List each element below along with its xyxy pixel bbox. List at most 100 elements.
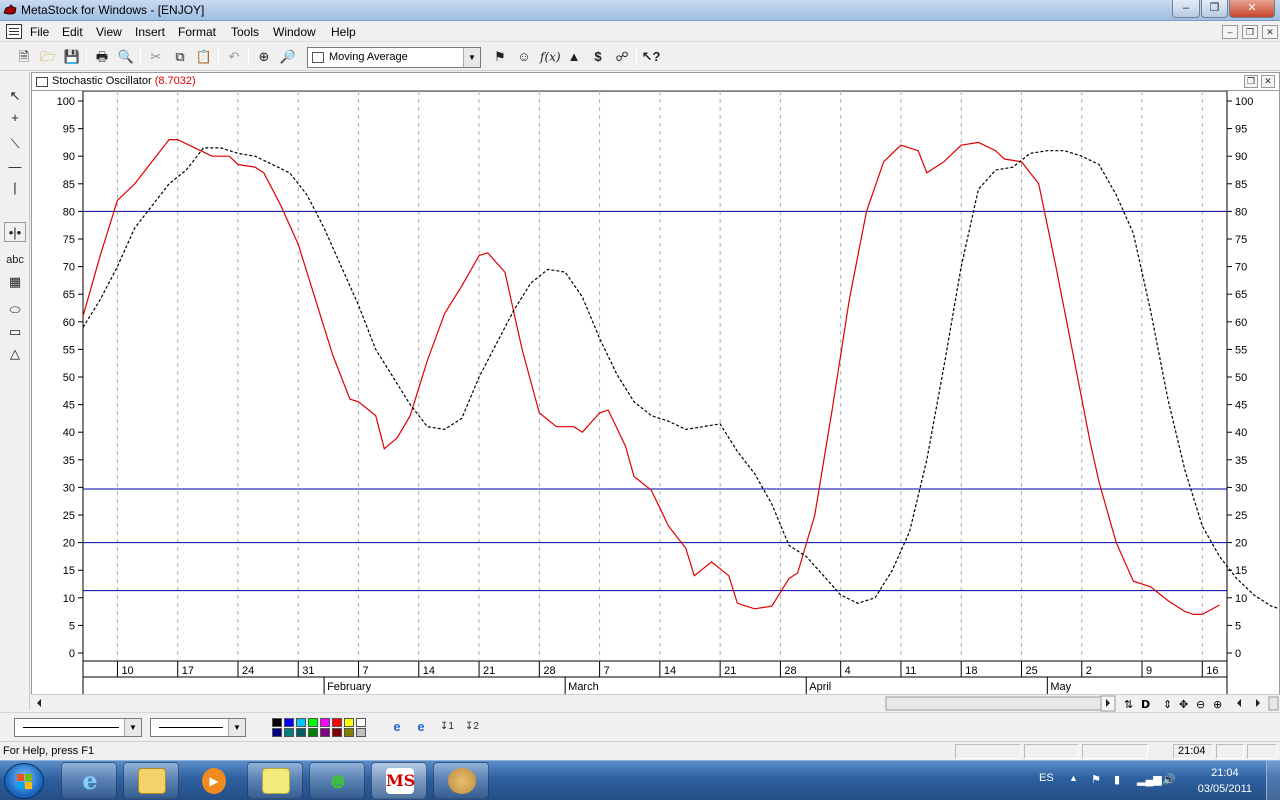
power-icon[interactable]: ▮ (1114, 773, 1120, 786)
color-swatch[interactable] (356, 728, 366, 737)
color-swatch[interactable] (308, 728, 318, 737)
chart-restore-button[interactable]: ❐ (1244, 75, 1258, 88)
chevron-down-icon[interactable]: ▼ (463, 48, 480, 67)
color-swatch[interactable] (308, 718, 318, 727)
system-tester-icon[interactable]: ▲ (564, 47, 584, 67)
restore-button[interactable]: ❐ (1201, 0, 1228, 18)
text-tool-icon[interactable]: abc (4, 250, 26, 270)
messenger-taskbar-button[interactable]: ☻ (309, 762, 365, 799)
rectangle-icon[interactable]: ▭ (4, 322, 26, 342)
cycle-lines-icon[interactable]: •|• (4, 222, 26, 242)
menu-view[interactable]: View (96, 25, 122, 39)
paste-icon[interactable]: 📋 (194, 47, 214, 67)
vertical-line-icon[interactable]: | (4, 178, 26, 198)
menu-format[interactable]: Format (178, 25, 216, 39)
language-indicator[interactable]: ES (1039, 772, 1054, 784)
context-help-icon[interactable]: ↖? (641, 47, 661, 67)
stochastic-chart[interactable]: 10 17 24 31 7 14 21 28 7 14 21 28 4 11 18 25 2 9 16 Februar… (32, 73, 1279, 695)
color-swatch[interactable] (284, 728, 294, 737)
explorer-taskbar-button[interactable] (123, 762, 179, 799)
vertical-expand-icon[interactable]: ⇕ (1163, 698, 1172, 711)
print-preview-icon[interactable]: 🔍 (116, 47, 136, 67)
chevron-down-icon[interactable]: ▼ (124, 719, 141, 736)
formula-icon[interactable]: f(x) (540, 47, 561, 67)
line-style-select[interactable]: ▼ (14, 718, 142, 737)
save-icon[interactable]: 💾 (62, 47, 82, 67)
daily-period-icon[interactable]: D (1141, 698, 1150, 711)
color-swatch[interactable] (344, 728, 354, 737)
color-swatch[interactable] (320, 728, 330, 737)
print-icon[interactable]: 🖶 (92, 47, 112, 67)
undo-icon[interactable]: ↶ (224, 47, 244, 67)
color-swatch[interactable] (284, 718, 294, 727)
scroll-end-button[interactable] (1268, 696, 1279, 711)
open-folder-icon[interactable]: 🗁 (38, 47, 58, 67)
horizontal-scrollbar[interactable]: ⇅ D ⇕ ✥ ⊖ ⊕ (31, 694, 1280, 712)
internet-explorer-taskbar-button[interactable]: e (61, 762, 117, 799)
move-icon[interactable]: ✥ (1179, 698, 1188, 711)
mdi-close-button[interactable]: ✕ (1262, 25, 1278, 39)
copy-icon[interactable]: ⧉ (170, 47, 190, 67)
load-indicator-1-icon[interactable]: ↧1 (437, 717, 457, 737)
menu-tools[interactable]: Tools (231, 25, 259, 39)
menu-help[interactable]: Help (331, 25, 356, 39)
scroll-left-icon[interactable] (37, 699, 41, 707)
mdi-restore-button[interactable]: ❐ (1242, 25, 1258, 39)
minimize-button[interactable]: – (1172, 0, 1200, 18)
step-right-icon[interactable] (1256, 699, 1260, 707)
close-button[interactable]: ✕ (1229, 0, 1275, 18)
line-weight-select[interactable]: ▼ (150, 718, 246, 737)
windows-start-button[interactable] (4, 763, 44, 799)
triangle-icon[interactable]: △ (4, 344, 26, 364)
zoom-icon[interactable]: 🔎 (278, 47, 298, 67)
menu-window[interactable]: Window (273, 25, 316, 39)
pointer-icon[interactable]: ↖ (4, 86, 26, 106)
internet-refresh-icon[interactable]: e (411, 717, 431, 737)
menu-file[interactable]: File (30, 25, 49, 39)
crosshair-icon[interactable]: ⊕ (254, 47, 274, 67)
dollar-icon[interactable]: $ (588, 47, 608, 67)
color-swatch[interactable] (272, 718, 282, 727)
color-swatch[interactable] (356, 718, 366, 727)
show-hidden-icons-icon[interactable]: ▲ (1069, 773, 1078, 783)
action-center-icon[interactable]: ⚑ (1091, 773, 1101, 786)
menu-insert[interactable]: Insert (135, 25, 165, 39)
binoculars-icon[interactable]: ☍ (612, 47, 632, 67)
document-icon[interactable] (6, 24, 22, 39)
color-swatch[interactable] (332, 718, 342, 727)
taskbar-clock[interactable]: 21:04 03/05/2011 (1198, 765, 1252, 797)
ellipse-icon[interactable]: ⬭ (4, 300, 26, 320)
color-swatch[interactable] (272, 728, 282, 737)
grid-tool-icon[interactable]: ▦ (4, 272, 26, 292)
color-swatch[interactable] (344, 718, 354, 727)
zoom-in-icon[interactable]: ⊕ (1213, 698, 1222, 711)
network-signal-icon[interactable]: ▂▄▆ (1137, 773, 1162, 786)
chart-close-button[interactable]: ✕ (1261, 75, 1275, 88)
crosshair-tool-icon[interactable]: + (4, 108, 26, 128)
cut-icon[interactable]: ✂ (146, 47, 166, 67)
internet-explorer-icon[interactable]: e (387, 717, 407, 737)
mdi-minimize-button[interactable]: – (1222, 25, 1238, 39)
indicator-select[interactable]: Moving Average ▼ (307, 47, 481, 68)
scroll-thumb[interactable] (885, 696, 1102, 711)
color-swatch[interactable] (332, 728, 342, 737)
color-swatch[interactable] (320, 718, 330, 727)
chevron-down-icon[interactable]: ▼ (228, 719, 245, 736)
metastock-taskbar-button[interactable]: MS (371, 762, 427, 799)
trendline-icon[interactable]: ⟍ (4, 134, 26, 154)
paint-taskbar-button[interactable] (433, 762, 489, 799)
new-file-icon[interactable]: 🗎 (14, 47, 34, 67)
color-swatch[interactable] (296, 728, 306, 737)
explorer-icon[interactable]: ☺ (514, 47, 534, 67)
expert-advisor-icon[interactable]: ⚑ (490, 47, 510, 67)
horizontal-line-icon[interactable]: — (4, 157, 26, 177)
media-player-taskbar-button[interactable]: ▶ (185, 762, 241, 799)
scroll-mode-icon[interactable]: ⇅ (1124, 698, 1133, 711)
color-swatch[interactable] (296, 718, 306, 727)
menu-edit[interactable]: Edit (62, 25, 83, 39)
sticky-notes-taskbar-button[interactable] (247, 762, 303, 799)
volume-icon[interactable]: 🔊 (1162, 773, 1176, 786)
show-desktop-button[interactable] (1266, 761, 1280, 800)
step-left-icon[interactable] (1237, 699, 1241, 707)
zoom-out-icon[interactable]: ⊖ (1196, 698, 1205, 711)
